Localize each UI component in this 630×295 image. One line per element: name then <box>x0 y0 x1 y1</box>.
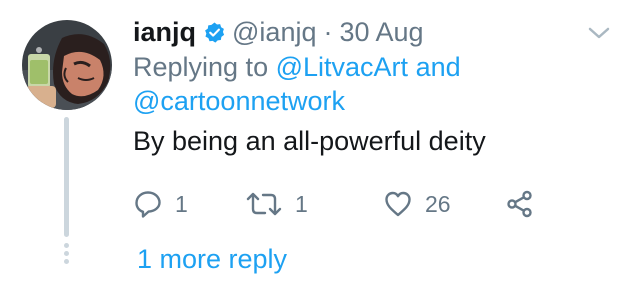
reply-button[interactable]: 1 <box>133 186 188 222</box>
tweet-date[interactable]: 30 Aug <box>339 17 423 48</box>
mention-link[interactable]: @LitvacArt <box>276 52 408 82</box>
avatar[interactable] <box>22 20 112 110</box>
thread-line <box>64 117 69 237</box>
mention-link[interactable]: @cartoonnetwork <box>133 86 345 116</box>
user-handle[interactable]: @ianjq <box>232 17 316 48</box>
retweet-count: 1 <box>295 190 308 217</box>
chevron-down-icon[interactable] <box>586 23 612 43</box>
retweet-button[interactable]: 1 <box>245 186 308 222</box>
retweet-icon <box>246 192 282 216</box>
tweet-text: By being an all-powerful deity <box>133 126 486 156</box>
reply-count: 1 <box>175 190 188 217</box>
more-replies-link[interactable]: 1 more reply <box>137 244 287 275</box>
thread-dots <box>64 243 69 267</box>
verified-badge-icon <box>205 21 225 43</box>
replying-and[interactable]: and <box>416 52 461 82</box>
replying-prefix: Replying to <box>133 52 269 82</box>
tweet-header: ianjq @ianjq · 30 Aug <box>133 12 424 52</box>
replying-to: Replying to @LitvacArt and @cartoonnetwo… <box>133 50 553 118</box>
avatar-image <box>22 20 112 110</box>
thread-dot <box>64 251 69 256</box>
like-button[interactable]: 26 <box>383 186 451 222</box>
reply-icon <box>135 191 161 218</box>
heart-icon <box>385 191 411 217</box>
thread-dot <box>64 259 69 264</box>
like-count: 26 <box>425 190 451 217</box>
share-button[interactable] <box>505 186 535 222</box>
separator-dot: · <box>323 16 333 47</box>
tweet[interactable]: ianjq @ianjq · 30 Aug Replying to @Litva… <box>0 0 630 295</box>
display-name[interactable]: ianjq <box>133 17 196 48</box>
share-icon <box>507 190 532 218</box>
tweet-actions: 1 1 26 <box>133 186 573 222</box>
thread-dot <box>64 243 69 248</box>
